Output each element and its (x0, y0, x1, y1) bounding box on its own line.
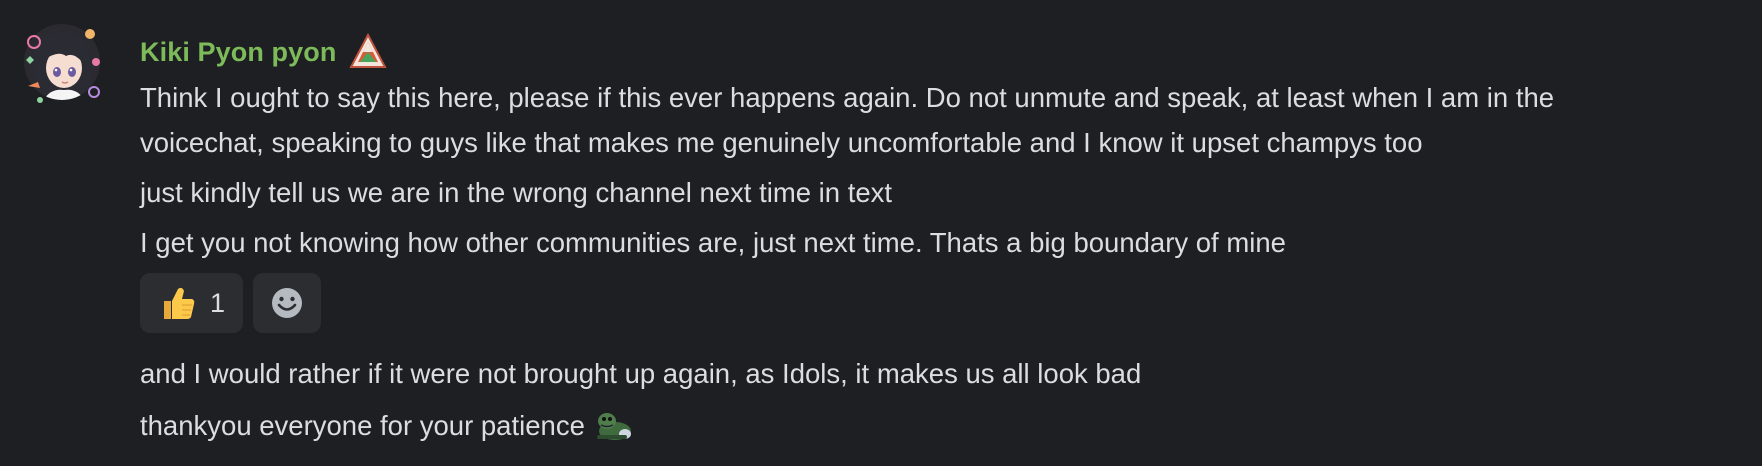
role-icon[interactable] (348, 32, 388, 72)
add-reaction-button[interactable] (253, 273, 321, 333)
message-line-with-emoji: thankyou everyone for your patience (140, 402, 635, 450)
reactions-bar: 1 (140, 273, 321, 333)
message-line-text: thankyou everyone for your patience (140, 410, 585, 441)
message-line: just kindly tell us we are in the wrong … (140, 177, 893, 208)
message-group: Kiki Pyon pyon Think I ought to say this… (0, 0, 1762, 466)
reaction-count: 1 (209, 287, 226, 318)
avatar[interactable] (20, 20, 104, 104)
message-line: Think I ought to say this here, please i… (140, 82, 1555, 113)
avatar-image (24, 24, 100, 103)
message-header: Kiki Pyon pyon (140, 32, 388, 72)
reaction-thumbs-up[interactable]: 1 (140, 273, 243, 333)
add-reaction-icon (272, 288, 302, 318)
message-line: voicechat, speaking to guys like that ma… (140, 127, 1423, 158)
thumbs-up-icon (163, 287, 195, 319)
message-line: I get you not knowing how other communit… (140, 227, 1286, 258)
username[interactable]: Kiki Pyon pyon (140, 37, 336, 68)
message-line: and I would rather if it were not brough… (140, 358, 1142, 389)
custom-frog-emoji-icon[interactable] (593, 409, 635, 443)
kiki-role-icon (349, 32, 388, 68)
